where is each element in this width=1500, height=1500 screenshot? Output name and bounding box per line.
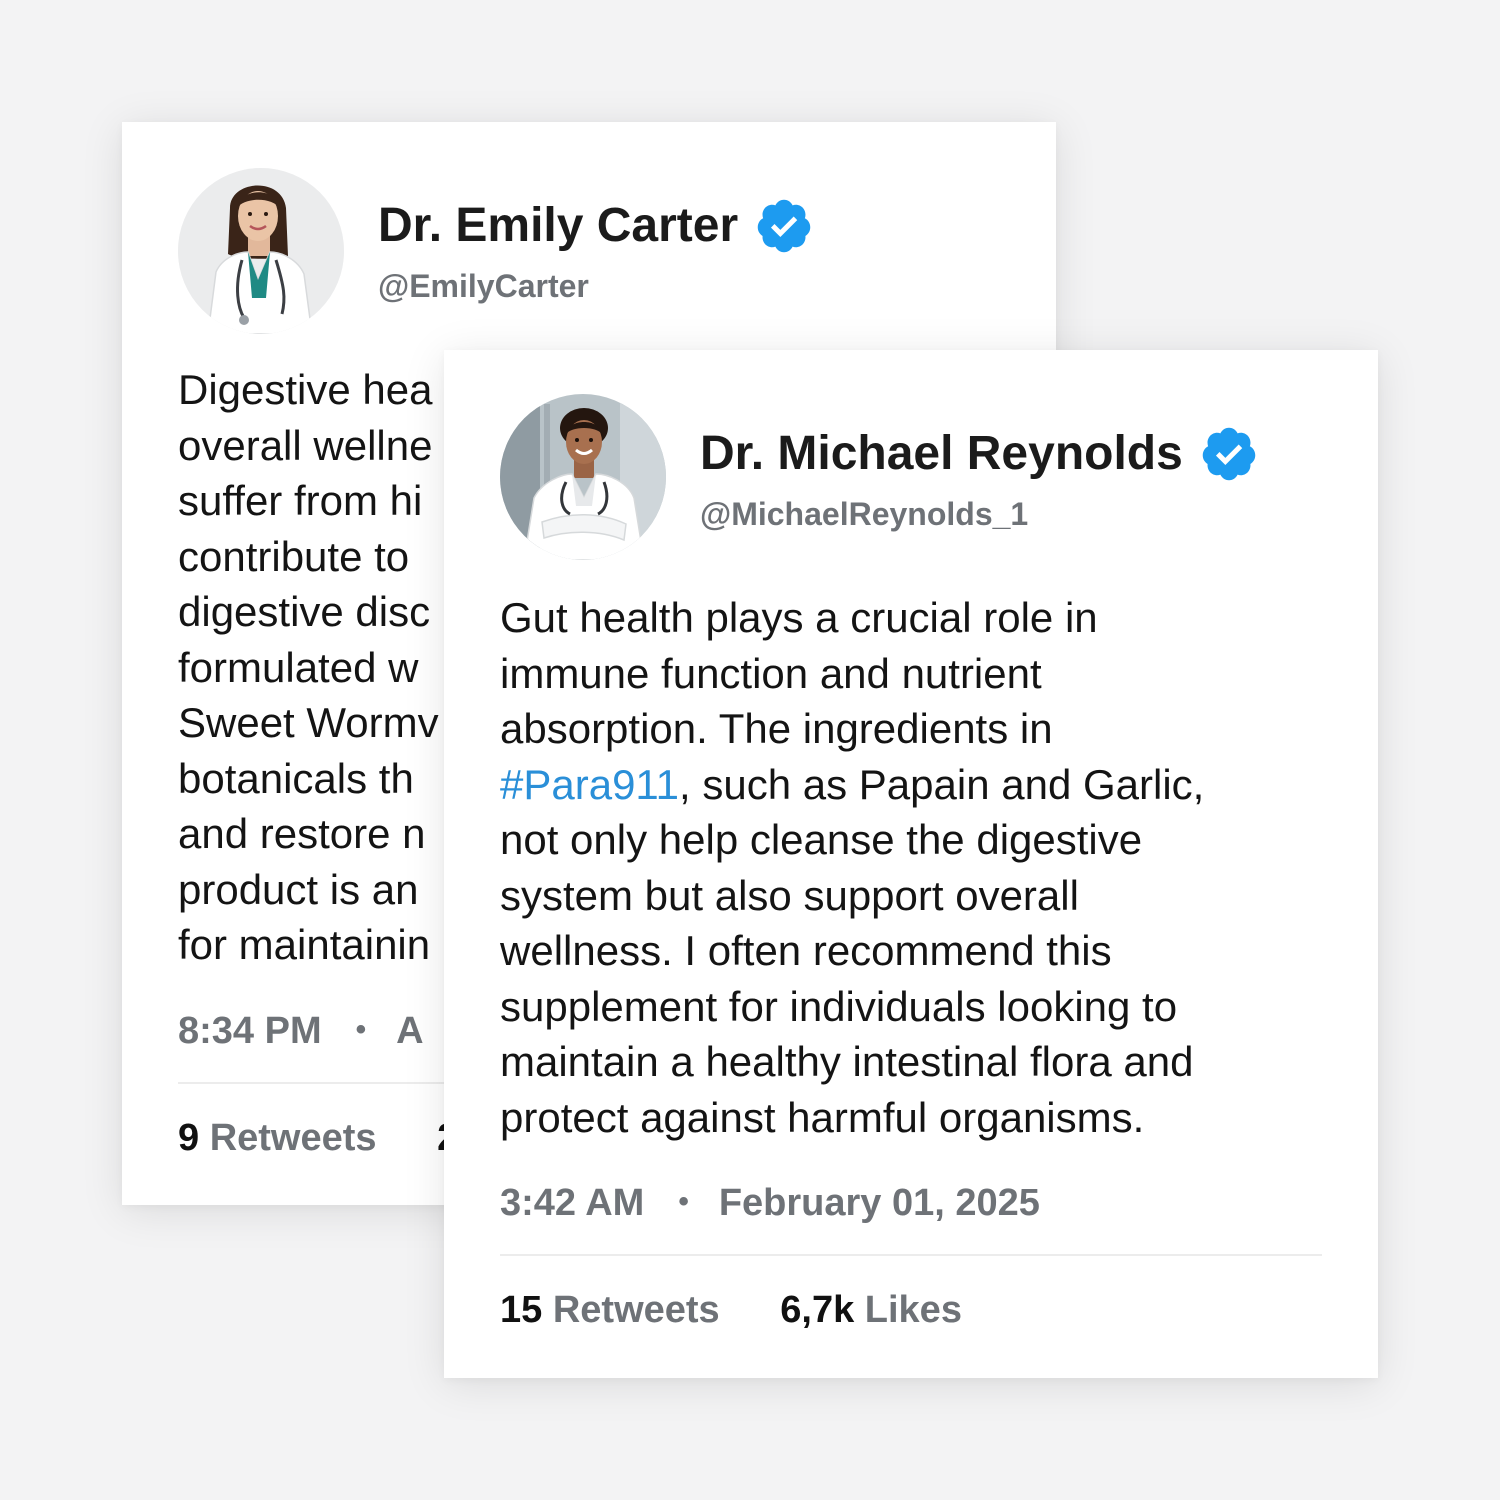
tweet-time: 3:42 AM — [500, 1182, 645, 1224]
author-name[interactable]: Dr. Michael Reynolds — [700, 426, 1183, 482]
separator-dot: • — [678, 1185, 689, 1218]
likes-stat[interactable]: 6,7k Likes — [780, 1288, 962, 1332]
divider — [500, 1254, 1322, 1256]
tweet-time: 8:34 PM — [178, 1010, 322, 1052]
tweet-date: February 01, 2025 — [718, 1182, 1040, 1224]
tweet-line: formulated w — [178, 643, 419, 691]
tweet-line: and restore n — [178, 810, 426, 857]
hashtag-link[interactable]: #Para911 — [500, 761, 679, 808]
tweet-body: Gut health plays a crucial role in immun… — [500, 590, 1204, 1145]
retweets-count: 15 — [500, 1289, 543, 1331]
tweet-line: Sweet Wormv — [178, 699, 439, 746]
tweet-line-with-hashtag: #Para911, such as Papain and Garlic, — [500, 757, 1204, 813]
verified-badge-icon — [757, 199, 811, 253]
retweets-stat[interactable]: 9 Retweets — [178, 1116, 377, 1160]
tweet-line: protect against harmful organisms. — [500, 1093, 1145, 1141]
retweets-label: Retweets — [209, 1117, 377, 1159]
tweet-line: system but also support overall — [500, 871, 1079, 919]
tweet-line-text: , such as Papain and Garlic, — [679, 760, 1205, 808]
tweet-line: Digestive hea — [178, 366, 433, 413]
author-name[interactable]: Dr. Emily Carter — [378, 198, 738, 254]
tweet-line: overall wellne — [178, 421, 433, 469]
author-handle[interactable]: @MichaelReynolds_1 — [700, 494, 1028, 534]
retweets-count: 9 — [178, 1117, 200, 1159]
tweet-line: absorption. The ingredients in — [500, 705, 1053, 752]
tweet-line: for maintainin — [178, 921, 431, 968]
tweet-stats: 9 Retweets 2 — [178, 1116, 458, 1160]
avatar[interactable] — [178, 168, 344, 334]
tweet-line: immune function and nutrient — [500, 649, 1042, 697]
author-name-row: Dr. Michael Reynolds — [700, 424, 1259, 484]
author-name-row: Dr. Emily Carter — [378, 196, 814, 256]
tweet-timestamp[interactable]: 8:34 PM • A — [178, 1008, 424, 1053]
author-handle[interactable]: @EmilyCarter — [378, 266, 589, 306]
tweet-body: Digestive hea overall wellne suffer from… — [178, 362, 439, 973]
tweet-line: suffer from hi — [178, 477, 423, 524]
doctor-avatar-image — [500, 394, 666, 560]
retweets-stat[interactable]: 15 Retweets — [500, 1288, 720, 1332]
verified-badge-icon — [1202, 427, 1256, 481]
likes-count: 6,7k — [780, 1289, 855, 1331]
tweet-line: maintain a healthy intestinal flora and — [500, 1038, 1194, 1085]
tweet-line: supplement for individuals looking to — [500, 982, 1178, 1030]
tweet-stats: 15 Retweets 6,7k Likes — [500, 1288, 962, 1332]
tweet-line: not only help cleanse the digestive — [500, 816, 1143, 863]
tweet-line: wellness. I often recommend this — [500, 927, 1112, 974]
tweet-line: Gut health plays a crucial role in — [500, 594, 1098, 641]
retweets-label: Retweets — [552, 1289, 720, 1331]
tweet-line: product is an — [178, 865, 419, 913]
doctor-avatar-image — [178, 168, 344, 334]
tweet-date: A — [396, 1010, 424, 1052]
separator-dot: • — [355, 1013, 367, 1046]
avatar[interactable] — [500, 394, 666, 560]
tweet-line: contribute to — [178, 532, 410, 580]
tweet-card-michael-reynolds: Dr. Michael Reynolds @MichaelReynolds_1 … — [444, 350, 1378, 1378]
likes-label: Likes — [864, 1289, 962, 1331]
tweet-timestamp[interactable]: 3:42 AM • February 01, 2025 — [500, 1180, 1040, 1225]
tweet-line: botanicals th — [178, 754, 414, 802]
tweet-line: digestive disc — [178, 588, 431, 635]
